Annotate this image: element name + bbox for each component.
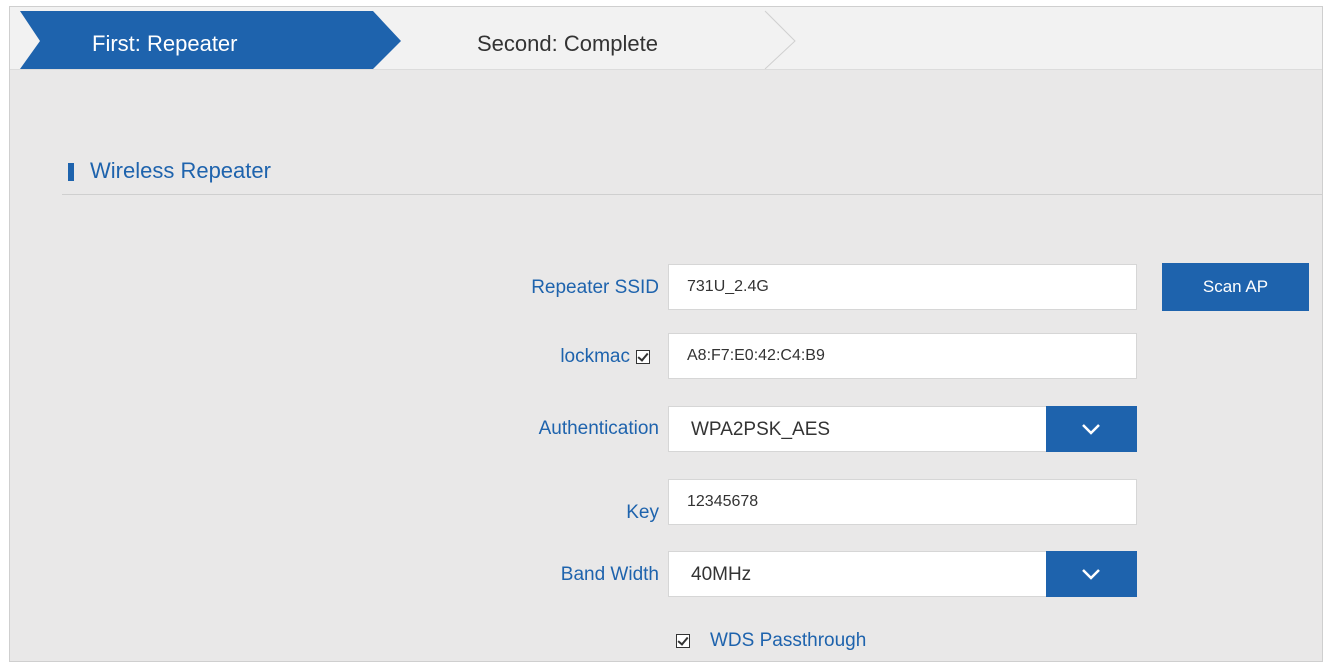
lockmac-label: lockmac [560,346,630,367]
step-second-label[interactable]: Second: Complete [477,31,658,57]
authentication-label: Authentication [538,418,659,439]
wds-passthrough-checkbox[interactable] [676,634,690,648]
chevron-down-icon [1082,424,1100,435]
bandwidth-select[interactable]: 40MHz [668,551,1137,597]
wizard-steps-bar: First: Repeater Second: Complete [10,7,1322,70]
ssid-input[interactable] [668,264,1137,310]
section-marker-icon [68,163,74,181]
lockmac-input[interactable] [668,333,1137,379]
step-first-label[interactable]: First: Repeater [92,31,238,57]
ssid-label: Repeater SSID [531,277,659,298]
scan-ap-button[interactable]: Scan AP [1162,263,1309,311]
step-second-separator [764,10,796,69]
bandwidth-value: 40MHz [691,564,752,585]
chevron-down-icon [1082,569,1100,580]
key-input[interactable] [668,479,1137,525]
bandwidth-label: Band Width [560,564,659,585]
key-label: Key [626,502,659,523]
authentication-value: WPA2PSK_AES [691,419,831,440]
section-header: Wireless Repeater [62,152,1322,195]
wds-passthrough-label[interactable]: WDS Passthrough [710,629,866,653]
section-title: Wireless Repeater [90,158,271,183]
repeater-wizard-panel: First: Repeater Second: Complete Wireles… [9,6,1323,662]
authentication-select[interactable]: WPA2PSK_AES [668,406,1137,452]
authentication-dropdown-button[interactable] [1046,406,1137,452]
lockmac-checkbox[interactable] [636,350,650,364]
bandwidth-dropdown-button[interactable] [1046,551,1137,597]
